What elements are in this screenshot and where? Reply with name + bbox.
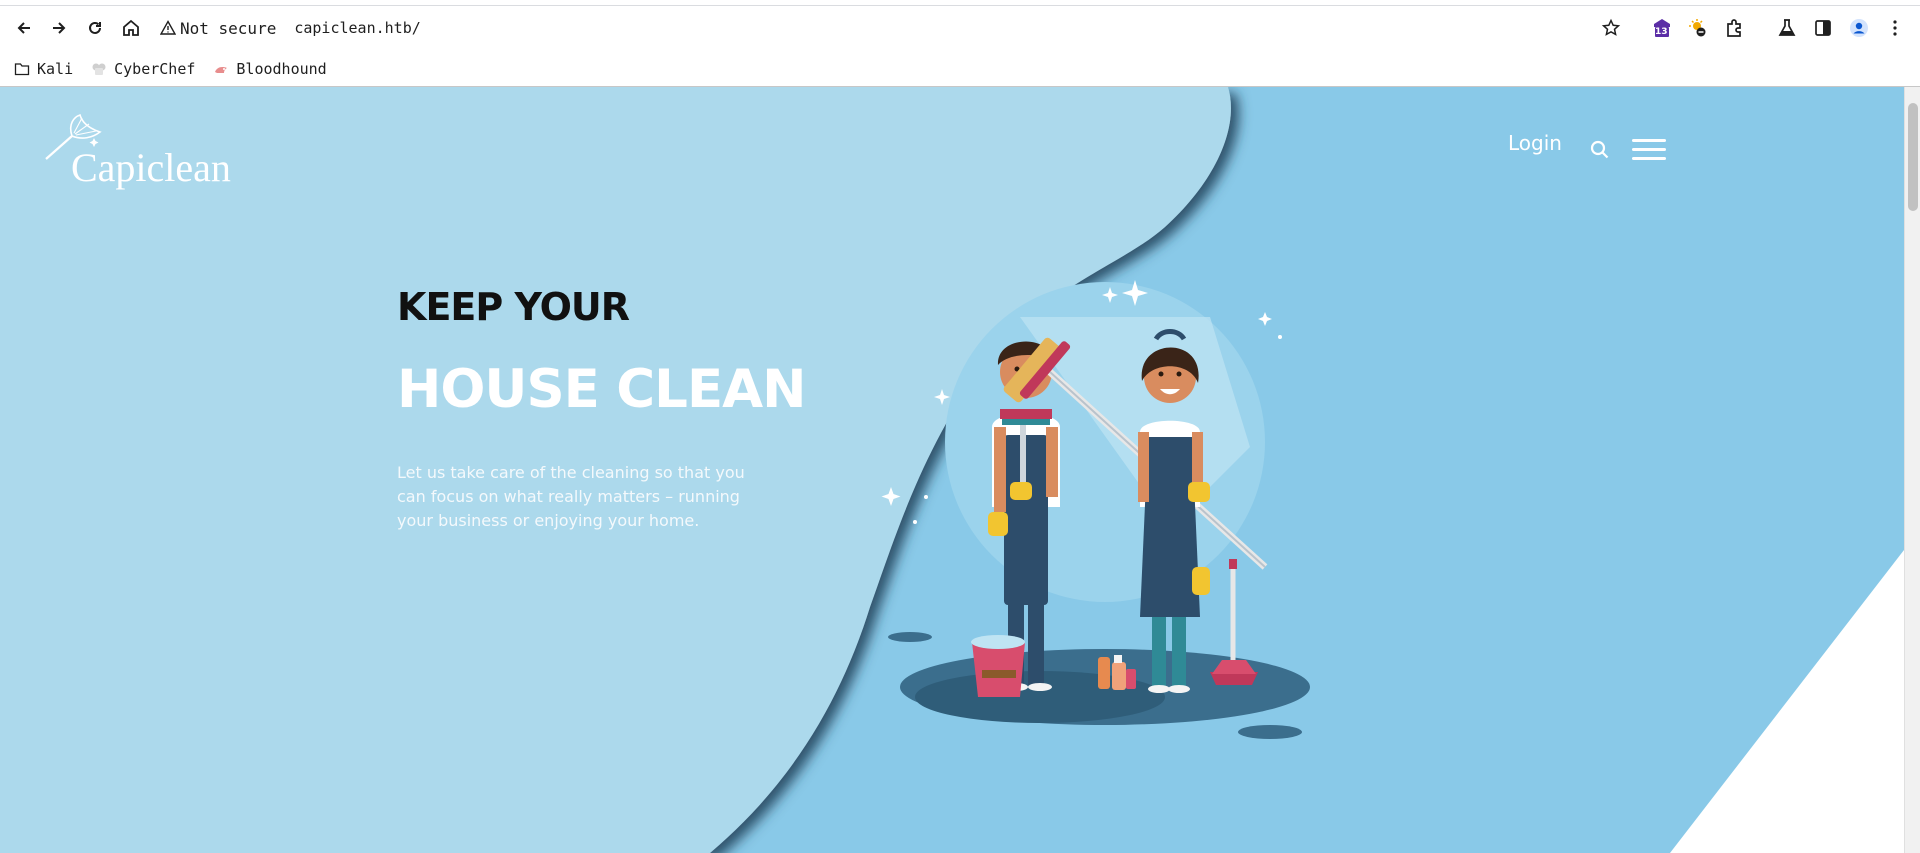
back-button[interactable] [8,12,40,44]
scrollbar-thumb[interactable] [1908,103,1918,211]
search-icon [1590,140,1609,159]
labs-button[interactable] [1771,12,1803,44]
extension-badge: 13 [1655,27,1668,37]
security-label: Not secure [180,18,277,38]
hamburger-menu-button[interactable] [1632,139,1666,161]
address-bar[interactable]: Not secure capiclean.htb/ [160,12,421,44]
browser-menu-button[interactable] [1879,12,1911,44]
bookmark-label: CyberChef [114,59,196,78]
more-vertical-icon [1893,20,1897,36]
menu-bar [1632,148,1666,151]
menu-bar [1632,139,1666,142]
login-link[interactable]: Login [1508,131,1562,155]
browser-toolbar: Not secure capiclean.htb/ 13 [0,6,1920,51]
hero-heading-line1: KEEP YOUR [397,285,630,329]
sun-block-icon [1689,19,1706,37]
extension-button[interactable]: 13 [1646,12,1678,44]
home-button[interactable] [115,12,147,44]
puzzle-icon [1727,19,1741,37]
page-viewport: Capiclean Login KEEP YOUR HOUSE CLEAN Le… [0,87,1904,853]
bookmark-star-button[interactable] [1595,12,1627,44]
warning-icon [160,20,176,35]
folder-icon [14,62,30,75]
bookmarks-bar: Kali CyberChef Bloodhound [0,51,1920,87]
bookmark-label: Kali [37,59,74,78]
page-scrollbar[interactable] [1904,87,1920,853]
avatar-icon [1850,19,1868,37]
home-icon [123,19,139,36]
menu-bar [1632,157,1666,160]
extension-button-2[interactable] [1682,12,1714,44]
site-logo[interactable]: Capiclean [44,114,244,194]
arrow-left-icon [17,22,30,34]
star-icon [1601,18,1621,36]
bookmark-bloodhound[interactable]: Bloodhound [213,59,327,78]
security-indicator[interactable]: Not secure [160,19,276,38]
forward-button[interactable] [43,12,75,44]
logo-text: Capiclean [71,145,231,190]
hero-description: Let us take care of the cleaning so that… [397,463,745,530]
url-text[interactable]: capiclean.htb/ [294,19,420,37]
reload-button[interactable] [79,12,111,44]
cleaners-illustration [881,280,1310,739]
arrow-right-icon [53,22,66,34]
extensions-menu-button[interactable] [1718,12,1750,44]
chef-icon [92,63,106,75]
flask-icon [1778,19,1796,36]
bloodhound-icon [215,66,228,73]
profile-button[interactable] [1843,12,1875,44]
bookmark-kali[interactable]: Kali [14,60,73,78]
search-button[interactable] [1589,139,1611,161]
hero-heading-line2: HOUSE CLEAN [397,359,807,420]
side-panel-button[interactable] [1807,12,1839,44]
reload-icon [89,21,101,34]
side-panel-icon [1815,20,1831,36]
bookmark-cyberchef[interactable]: CyberChef [91,60,195,78]
bookmark-label: Bloodhound [236,59,327,78]
